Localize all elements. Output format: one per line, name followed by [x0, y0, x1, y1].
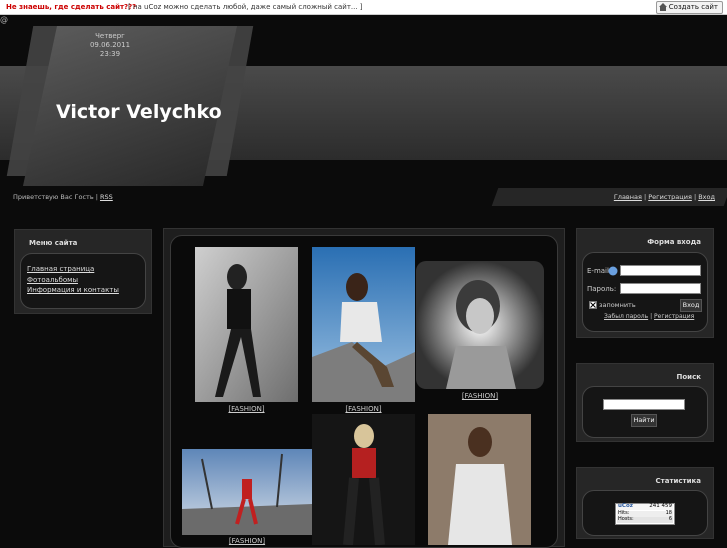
- ucoz-topbar: Не знаешь, где сделать сайт??? [ на uCoz…: [0, 0, 727, 15]
- create-site-label: Создать сайт: [668, 3, 718, 11]
- password-field[interactable]: [620, 283, 701, 294]
- login-button[interactable]: Вход: [680, 299, 702, 312]
- date-block: Четверг 09.06.2011 23:39: [85, 32, 135, 59]
- day-label: Четверг: [95, 32, 125, 40]
- nav-link-login[interactable]: Вход: [698, 193, 715, 201]
- photo-caption[interactable]: [FASHION]: [195, 405, 298, 413]
- topbar-headline[interactable]: Не знаешь, где сделать сайт???: [6, 3, 136, 11]
- at-sign: @: [0, 15, 8, 24]
- nav-link-home[interactable]: Главная: [614, 193, 642, 201]
- counter-brand: uCoz: [618, 503, 633, 509]
- photo-caption[interactable]: [FASHION]: [416, 392, 544, 400]
- greeting: Приветствую Вас Гость | RSS: [13, 193, 113, 201]
- menu-item-home[interactable]: Главная страница: [27, 264, 119, 275]
- search-title: Поиск: [676, 373, 701, 381]
- register-link[interactable]: Регистрация: [654, 313, 694, 320]
- photo-image: [312, 414, 415, 545]
- visit-counter[interactable]: uCoz 241 459 Hits: 18 Hosts: 6: [615, 503, 675, 525]
- gallery-photo-4[interactable]: [182, 449, 312, 535]
- login-links: Забыл пароль | Регистрация: [604, 313, 694, 320]
- photo-caption[interactable]: [FASHION]: [312, 405, 415, 413]
- rss-link[interactable]: RSS: [100, 193, 113, 201]
- hosts-value: 6: [668, 516, 672, 522]
- counter-total: 241 459: [649, 503, 672, 509]
- email-field[interactable]: [620, 265, 701, 276]
- topbar-message[interactable]: [ на uCoz можно сделать любой, даже самы…: [128, 3, 363, 11]
- photo-image: [312, 247, 415, 402]
- remember-checkbox[interactable]: [589, 301, 597, 309]
- gallery-photo-2[interactable]: [312, 247, 415, 402]
- site-menu-title: Меню сайта: [29, 239, 78, 247]
- password-label: Пароль:: [587, 285, 617, 293]
- site-menu-panel: Меню сайта Главная страница Фотоальбомы …: [14, 229, 152, 314]
- greeting-text: Приветствую Вас Гость |: [13, 193, 98, 201]
- site-menu-box: Главная страница Фотоальбомы Информация …: [20, 253, 146, 309]
- stats-title: Статистика: [655, 477, 701, 485]
- gallery-photo-5[interactable]: [312, 414, 415, 545]
- photo-caption[interactable]: [FASHION]: [182, 537, 312, 545]
- search-input[interactable]: [603, 399, 685, 410]
- home-icon: [658, 3, 667, 11]
- photo-image: [182, 449, 312, 535]
- photo-image: [195, 247, 298, 402]
- time-label: 23:39: [99, 50, 121, 58]
- site-title[interactable]: Victor Velychko: [56, 101, 222, 123]
- create-site-button[interactable]: Создать сайт: [655, 1, 723, 14]
- login-links-separator: |: [650, 313, 653, 320]
- info-icon: [608, 266, 618, 276]
- gallery-photo-1[interactable]: [195, 247, 298, 402]
- hosts-label: Hosts:: [618, 516, 634, 522]
- forgot-password-link[interactable]: Забыл пароль: [604, 313, 648, 320]
- remember-label: запомнить: [599, 301, 636, 309]
- nav-separator: |: [643, 193, 647, 201]
- date-label: 09.06.2011: [89, 41, 131, 49]
- gallery-photo-6[interactable]: [428, 414, 531, 545]
- nav-separator: |: [693, 193, 697, 201]
- menu-item-info[interactable]: Информация и контакты: [27, 285, 119, 296]
- search-button[interactable]: Найти: [631, 414, 657, 427]
- gallery-photo-3[interactable]: [416, 261, 544, 389]
- nav-link-register[interactable]: Регистрация: [648, 193, 692, 201]
- photo-image: [428, 414, 531, 545]
- top-nav: Главная | Регистрация | Вход: [614, 193, 715, 201]
- menu-item-photoalbums[interactable]: Фотоальбомы: [27, 275, 119, 286]
- photo-image: [416, 261, 544, 389]
- login-title: Форма входа: [647, 238, 701, 246]
- search-box: [582, 386, 708, 438]
